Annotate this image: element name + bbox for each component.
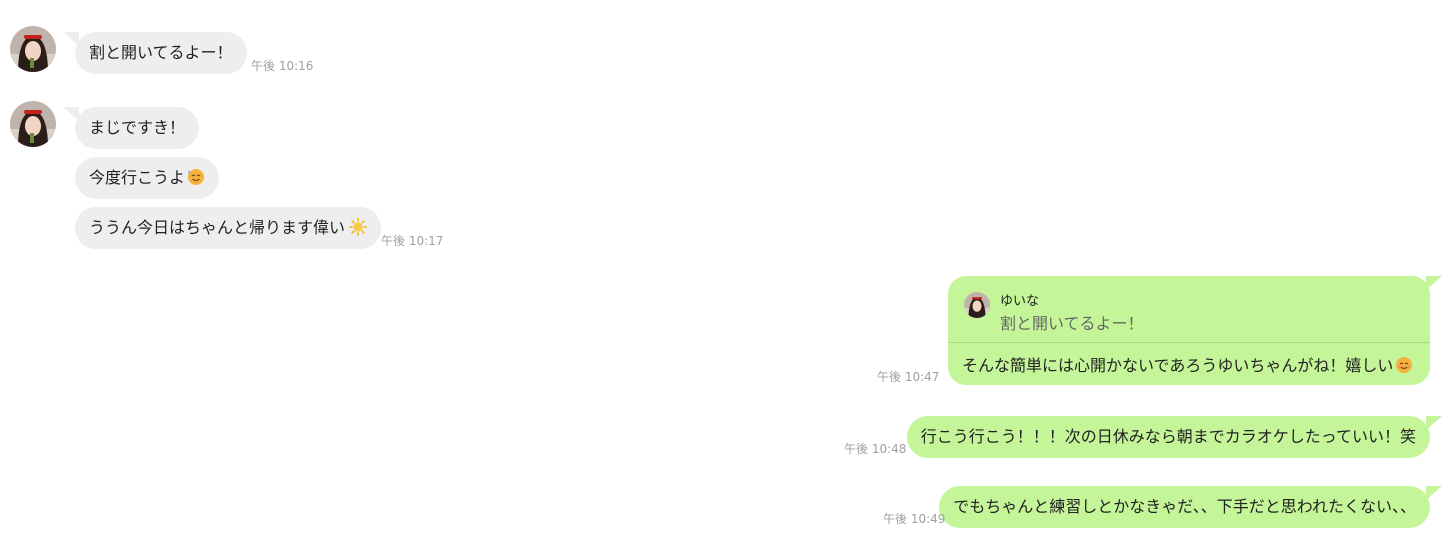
message-text-wrapper: そんな簡単には心開かないであろうゆいちゃんがね！嬉しい	[962, 352, 1413, 376]
message-text: 今度行こうよ	[89, 168, 186, 187]
message-timestamp: 午後 10:49	[883, 512, 946, 526]
quoted-sender-name: ゆいな	[1000, 294, 1040, 309]
message-timestamp: 午後 10:16	[251, 59, 314, 73]
message-bubble-outgoing[interactable]: 行こう行こう！！！次の日休みなら朝までカラオケしたっていい！笑	[906, 416, 1442, 458]
message-bubble-outgoing[interactable]: でもちゃんと練習しとかなきゃだ、、下手だと思われたくない、、	[939, 486, 1442, 528]
message-bubble-incoming[interactable]: ううん今日はちゃんと帰ります偉い	[75, 207, 382, 249]
message-bubble-incoming[interactable]: 今度行こうよ	[75, 157, 220, 199]
message-timestamp: 午後 10:47	[877, 370, 940, 384]
message-bubble-outgoing-reply[interactable]: ゆいな 割と開いてるよー！ そんな簡単には心開かないであろうゆいちゃんがね！嬉し…	[948, 276, 1442, 385]
bubble-tail	[63, 107, 79, 121]
message-text: でもちゃんと練習しとかなきゃだ、、下手だと思われたくない、、	[953, 497, 1416, 516]
quoted-message[interactable]: ゆいな 割と開いてるよー！	[962, 288, 1416, 340]
contact-avatar[interactable]	[10, 26, 56, 72]
message-bubble-incoming[interactable]: 割と開いてるよー！	[63, 32, 247, 74]
message-text: 割と開いてるよー！	[89, 43, 233, 62]
smiling-face-icon	[1396, 357, 1413, 373]
contact-avatar[interactable]	[10, 101, 56, 147]
sun-icon	[349, 218, 368, 236]
bubble-tail	[1426, 276, 1442, 290]
quoted-avatar	[964, 292, 990, 318]
message-text: まじですき！	[89, 118, 186, 137]
bubble-tail	[1426, 416, 1442, 430]
message-timestamp: 午後 10:48	[844, 442, 907, 456]
bubble-tail	[63, 32, 79, 46]
message-text: 行こう行こう！！！次の日休みなら朝までカラオケしたっていい！笑	[920, 427, 1416, 446]
message-text: ううん今日はちゃんと帰ります偉い	[89, 218, 346, 237]
sweat-face-icon	[188, 169, 205, 185]
quoted-text: 割と開いてるよー！	[1000, 314, 1144, 333]
message-timestamp: 午後 10:17	[381, 234, 444, 248]
message-text: そんな簡単には心開かないであろうゆいちゃんがね！嬉しい	[962, 356, 1394, 375]
reply-divider	[948, 342, 1430, 343]
bubble-tail	[1426, 486, 1442, 500]
message-bubble-incoming[interactable]: まじですき！	[63, 107, 200, 149]
